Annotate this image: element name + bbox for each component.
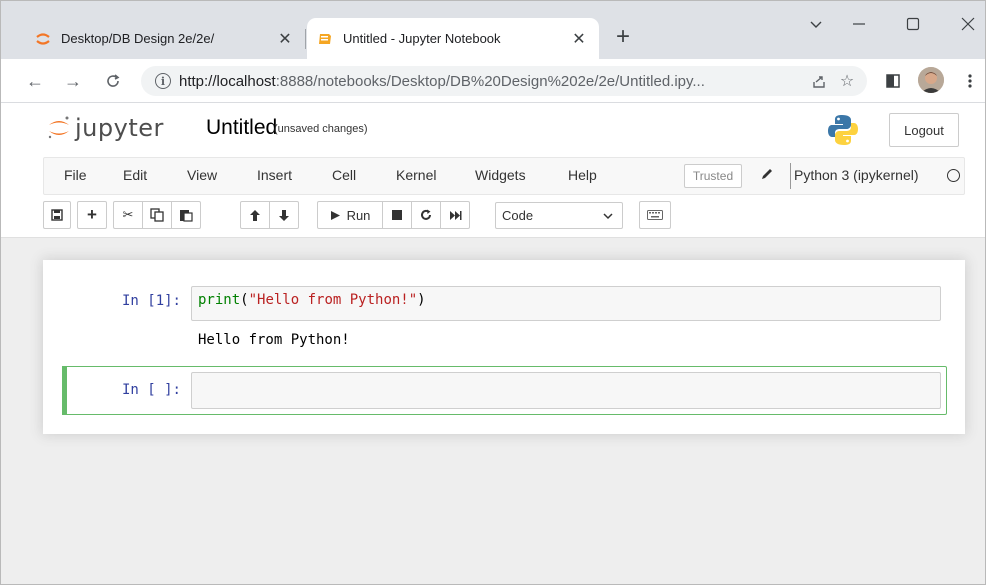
back-icon[interactable]: ← — [21, 67, 49, 95]
info-icon[interactable]: i — [155, 73, 171, 89]
input-prompt: In [ ]: — [121, 382, 181, 398]
copy-icon — [150, 208, 164, 222]
arrow-down-icon — [279, 209, 289, 221]
kernel-name[interactable]: Python 3 (ipykernel) — [794, 167, 919, 183]
chevron-down-icon[interactable] — [801, 9, 831, 39]
menu-widgets[interactable]: Widgets — [475, 167, 526, 183]
cell-output: Hello from Python! — [198, 332, 350, 348]
tab-strip: Desktop/DB Design 2e/2e/ ✕ Untitled - Ju… — [1, 1, 985, 59]
notebook-name[interactable]: Untitled — [206, 116, 277, 140]
url-text: http://localhost:8888/notebooks/Desktop/… — [179, 72, 705, 90]
chevron-down-icon — [603, 213, 613, 220]
command-palette-button[interactable] — [639, 201, 671, 229]
tab-untitled[interactable]: Untitled - Jupyter Notebook ✕ — [307, 18, 599, 59]
paste-button[interactable] — [171, 201, 201, 229]
close-window-icon[interactable] — [953, 9, 983, 39]
kernel-separator — [790, 163, 791, 189]
restart-icon — [421, 209, 431, 220]
python-logo-icon — [826, 113, 860, 147]
arrow-up-icon — [250, 209, 260, 221]
restart-button[interactable] — [411, 201, 441, 229]
minimize-icon[interactable] — [844, 9, 874, 39]
cell-type-select[interactable]: Code — [495, 202, 623, 229]
cell-type-value: Code — [502, 208, 534, 223]
jupyter-header: jupyter Untitled (unsaved changes) Logou… — [1, 104, 985, 157]
menu-view[interactable]: View — [187, 167, 217, 183]
tab-title: Untitled - Jupyter Notebook — [343, 31, 501, 46]
stop-icon — [392, 210, 402, 220]
reload-icon[interactable] — [99, 67, 127, 95]
new-tab-icon[interactable]: + — [609, 23, 637, 51]
jupyter-logo-text: jupyter — [75, 114, 164, 142]
forward-icon[interactable]: → — [59, 67, 87, 95]
browser-toolbar: ← → i http://localhost:8888/notebooks/De… — [1, 59, 985, 103]
save-status: (unsaved changes) — [274, 123, 368, 135]
fast-forward-icon — [449, 210, 461, 220]
jupyter-logo-icon — [48, 116, 69, 139]
save-icon — [51, 209, 63, 221]
logout-button[interactable]: Logout — [889, 113, 959, 147]
code-cell-input[interactable] — [191, 372, 941, 409]
paste-icon — [180, 210, 193, 222]
copy-button[interactable] — [142, 201, 172, 229]
code-cell-input[interactable]: print("Hello from Python!") — [191, 286, 941, 321]
star-icon[interactable]: ☆ — [833, 67, 861, 95]
menu-insert[interactable]: Insert — [257, 167, 292, 183]
browser-window: Desktop/DB Design 2e/2e/ ✕ Untitled - Ju… — [0, 0, 986, 585]
notebook-container: In [1]: print("Hello from Python!") Hell… — [43, 260, 965, 434]
notebook-toolbar: + ✂ Run Code — [43, 201, 965, 231]
code-paren-close: ) — [417, 292, 426, 308]
menu-file[interactable]: File — [64, 167, 87, 183]
avatar[interactable] — [918, 67, 944, 93]
tab-separator — [305, 29, 306, 49]
code-paren-open: ( — [240, 292, 249, 308]
insert-cell-button[interactable]: + — [77, 201, 107, 229]
menu-cell[interactable]: Cell — [332, 167, 356, 183]
tab-title: Desktop/DB Design 2e/2e/ — [61, 31, 215, 46]
menu-help[interactable]: Help — [568, 167, 597, 183]
keyboard-icon — [647, 210, 663, 220]
play-icon — [330, 210, 340, 220]
tab-desktop[interactable]: Desktop/DB Design 2e/2e/ ✕ — [25, 18, 305, 59]
save-button[interactable] — [43, 201, 71, 229]
close-tab-icon[interactable]: ✕ — [275, 29, 295, 49]
code-function: print — [198, 292, 241, 308]
close-tab-icon[interactable]: ✕ — [569, 29, 589, 49]
move-down-button[interactable] — [269, 201, 299, 229]
share-icon[interactable] — [805, 67, 833, 95]
jupyter-icon — [35, 31, 51, 47]
menu-edit[interactable]: Edit — [123, 167, 147, 183]
interrupt-button[interactable] — [382, 201, 412, 229]
scissors-icon: ✂ — [122, 207, 134, 222]
more-menu-icon[interactable] — [956, 67, 984, 95]
menubar: File Edit View Insert Cell Kernel Widget… — [43, 157, 965, 195]
address-bar[interactable]: i http://localhost:8888/notebooks/Deskto… — [141, 66, 867, 96]
sidepanel-icon[interactable] — [879, 67, 907, 95]
code-string: "Hello from Python!" — [248, 292, 418, 308]
maximize-icon[interactable] — [898, 9, 928, 39]
trusted-badge[interactable]: Trusted — [684, 164, 742, 188]
menu-kernel[interactable]: Kernel — [396, 167, 436, 183]
plus-icon: + — [87, 205, 97, 224]
pencil-icon[interactable] — [760, 167, 776, 183]
restart-run-all-button[interactable] — [440, 201, 470, 229]
jupyter-logo[interactable]: jupyter — [47, 114, 164, 142]
input-prompt: In [1]: — [121, 293, 181, 309]
kernel-idle-indicator-icon — [947, 169, 960, 182]
cut-button[interactable]: ✂ — [113, 201, 143, 229]
run-button[interactable]: Run — [317, 201, 383, 229]
notebook-icon — [317, 31, 333, 47]
run-label: Run — [346, 207, 371, 223]
move-up-button[interactable] — [240, 201, 270, 229]
